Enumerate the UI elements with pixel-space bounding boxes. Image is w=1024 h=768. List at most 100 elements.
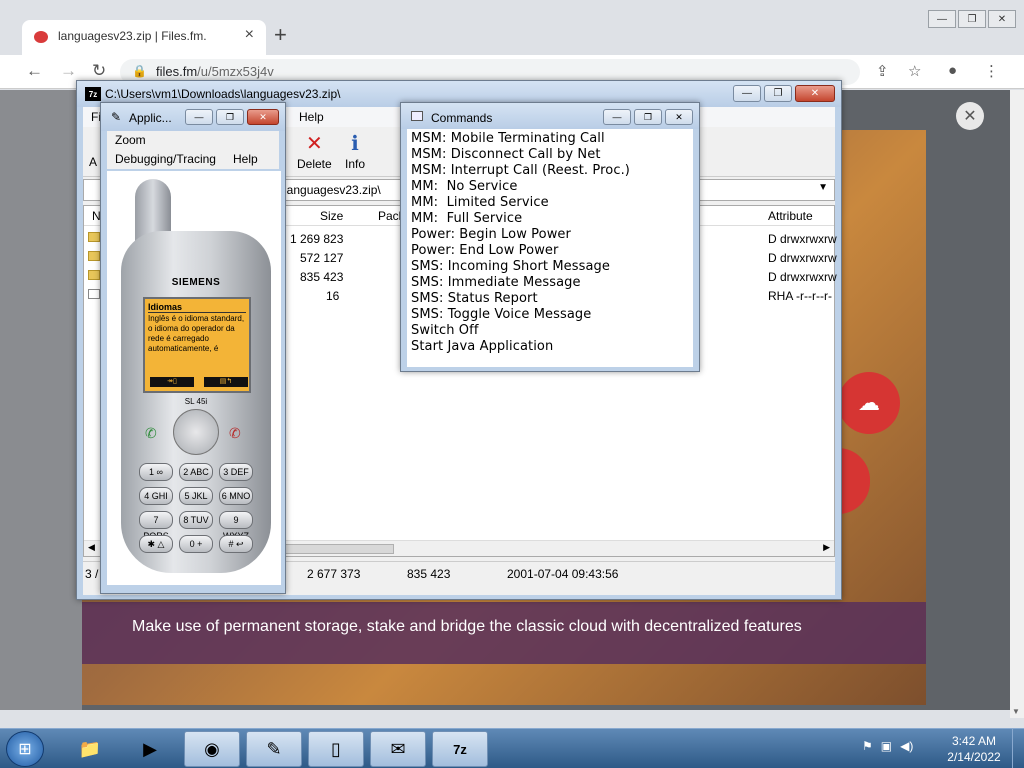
close-button[interactable]: ✕ <box>988 10 1016 28</box>
maximize-button[interactable]: ❐ <box>216 109 244 125</box>
command-item[interactable]: MSM: Mobile Terminating Call <box>411 131 689 147</box>
scroll-left-icon[interactable]: ◀ <box>88 542 95 553</box>
emulator-taskbar-icon[interactable]: ✉ <box>370 731 426 767</box>
info-button[interactable]: ℹ Info <box>345 131 365 171</box>
row-attributes: D drwxrwxrw <box>768 232 837 246</box>
show-desktop-button[interactable] <box>1012 729 1024 768</box>
key-5[interactable]: 5 JKL <box>179 487 213 505</box>
maximize-button[interactable]: ❐ <box>958 10 986 28</box>
command-item[interactable]: MM: Limited Service <box>411 195 689 211</box>
key-star[interactable]: ✱ △ <box>139 535 173 553</box>
back-icon[interactable]: ← <box>26 61 43 81</box>
menu-zoom[interactable]: Zoom <box>107 131 279 149</box>
command-item[interactable]: MSM: Disconnect Call by Net <box>411 147 689 163</box>
command-item[interactable]: SMS: Toggle Voice Message <box>411 307 689 323</box>
reload-icon[interactable]: ↻ <box>92 61 106 81</box>
media-player-taskbar-icon[interactable]: ▶ <box>122 731 178 767</box>
command-item[interactable]: Power: Begin Low Power <box>411 227 689 243</box>
call-accept-icon[interactable]: ✆ <box>145 425 157 442</box>
url-text: files.fm/u/5mzx53j4v <box>156 64 274 79</box>
command-item[interactable]: MM: Full Service <box>411 211 689 227</box>
row-size: 835 423 <box>300 270 344 284</box>
menu-debugging-tracing[interactable]: Debugging/Tracing <box>115 152 216 166</box>
toolbar-add-label[interactable]: A <box>89 155 97 169</box>
explorer-taskbar-icon[interactable]: 📁 <box>62 731 118 767</box>
sevenzip-window-controls: — ❐ ✕ <box>733 85 835 102</box>
close-button[interactable]: ✕ <box>247 109 279 125</box>
page-scrollbar[interactable]: ▼ <box>1010 90 1024 718</box>
clock[interactable]: 3:42 AM 2/14/2022 <box>938 733 1010 765</box>
key-4[interactable]: 4 GHI <box>139 487 173 505</box>
command-item[interactable]: SMS: Incoming Short Message <box>411 259 689 275</box>
path-value: languagesv23.zip\ <box>284 183 381 197</box>
command-item[interactable]: Power: End Low Power <box>411 243 689 259</box>
new-tab-button[interactable]: + <box>274 22 287 48</box>
command-item[interactable]: SMS: Immediate Message <box>411 275 689 291</box>
bookmark-star-icon[interactable]: ☆ <box>908 62 921 80</box>
start-button[interactable]: ⊞ <box>6 731 44 767</box>
softkey-left-icon[interactable]: ↠▯ <box>150 377 194 387</box>
editor-taskbar-icon[interactable]: ✎ <box>246 731 302 767</box>
commands-window-controls: — ❐ ✕ <box>603 109 693 125</box>
key-9[interactable]: 9 WXYZ <box>219 511 253 541</box>
key-3[interactable]: 3 DEF <box>219 463 253 481</box>
browser-tab[interactable]: languagesv23.zip | Files.fm. × <box>22 20 266 55</box>
chevron-down-icon[interactable]: ▼ <box>818 182 828 193</box>
key-hash[interactable]: # ↩ <box>219 535 253 553</box>
cloud-upload-icon[interactable]: ☁ <box>838 372 900 434</box>
key-7[interactable]: 7 PQRS <box>139 511 173 541</box>
menu-help[interactable]: Help <box>299 110 324 124</box>
close-button[interactable]: ✕ <box>665 109 693 125</box>
key-1[interactable]: 1 ∞ <box>139 463 173 481</box>
phone-softkeys: ↠▯ ▤↰ <box>148 377 248 387</box>
scroll-right-icon[interactable]: ▶ <box>823 542 830 553</box>
command-item[interactable]: Start Java Application <box>411 339 689 355</box>
lock-icon[interactable]: 🔒 <box>132 64 147 78</box>
minimize-button[interactable]: — <box>733 85 761 102</box>
maximize-button[interactable]: ❐ <box>634 109 662 125</box>
scrollbar-thumb[interactable] <box>284 544 394 554</box>
key-8[interactable]: 8 TUV <box>179 511 213 529</box>
phone-nav-key[interactable] <box>173 409 219 455</box>
command-item[interactable]: SMS: Status Report <box>411 291 689 307</box>
minimize-button[interactable]: — <box>603 109 631 125</box>
command-item[interactable]: MSM: Interrupt Call (Reest. Proc.) <box>411 163 689 179</box>
commands-titlebar[interactable]: Commands — ❐ ✕ <box>401 103 699 129</box>
sevenzip-taskbar-icon[interactable]: 7z <box>432 731 488 767</box>
menu-help[interactable]: Help <box>233 152 258 166</box>
forward-icon[interactable]: → <box>60 61 77 81</box>
folder-icon <box>88 251 100 261</box>
softkey-right-icon[interactable]: ▤↰ <box>204 377 248 387</box>
key-6[interactable]: 6 MNO <box>219 487 253 505</box>
menu-dots-icon[interactable]: ⋮ <box>984 62 999 80</box>
phone-emulator-titlebar[interactable]: ✎ Applic... — ❐ ✕ <box>101 103 285 131</box>
commands-window: Commands — ❐ ✕ MSM: Mobile Terminating C… <box>400 102 700 372</box>
column-size[interactable]: Size <box>320 209 343 223</box>
close-button[interactable]: ✕ <box>795 85 835 102</box>
minimize-button[interactable]: — <box>928 10 956 28</box>
command-item[interactable]: Switch Off <box>411 323 689 339</box>
command-item[interactable]: MM: No Service <box>411 179 689 195</box>
call-end-icon[interactable]: ✆ <box>229 425 241 442</box>
phone-taskbar-icon[interactable]: ▯ <box>308 731 364 767</box>
app-icon: ✎ <box>111 110 122 124</box>
phone-display: SIEMENS Idiomas Inglês é o idioma standa… <box>107 171 281 585</box>
scroll-down-icon[interactable]: ▼ <box>1012 707 1020 716</box>
chrome-taskbar-icon[interactable]: ◉ <box>184 731 240 767</box>
key-0[interactable]: 0 + <box>179 535 213 553</box>
close-tab-icon[interactable]: × <box>245 26 254 44</box>
minimize-button[interactable]: — <box>185 109 213 125</box>
column-attributes[interactable]: Attribute <box>768 209 813 223</box>
profile-icon[interactable]: ● <box>948 62 957 79</box>
delete-button[interactable]: ✕ Delete <box>297 131 332 171</box>
key-2[interactable]: 2 ABC <box>179 463 213 481</box>
close-overlay-icon[interactable]: ✕ <box>956 102 984 130</box>
network-icon[interactable]: ▣ <box>881 739 892 753</box>
volume-icon[interactable]: ◀) <box>900 739 913 753</box>
phone-screen[interactable]: Idiomas Inglês é o idioma standard, o id… <box>143 297 251 393</box>
maximize-button[interactable]: ❐ <box>764 85 792 102</box>
action-center-icon[interactable]: ⚑ <box>862 739 873 753</box>
share-icon[interactable]: ⇪ <box>876 62 889 80</box>
folder-icon <box>88 232 100 242</box>
phone-brand: SIEMENS <box>171 277 221 288</box>
